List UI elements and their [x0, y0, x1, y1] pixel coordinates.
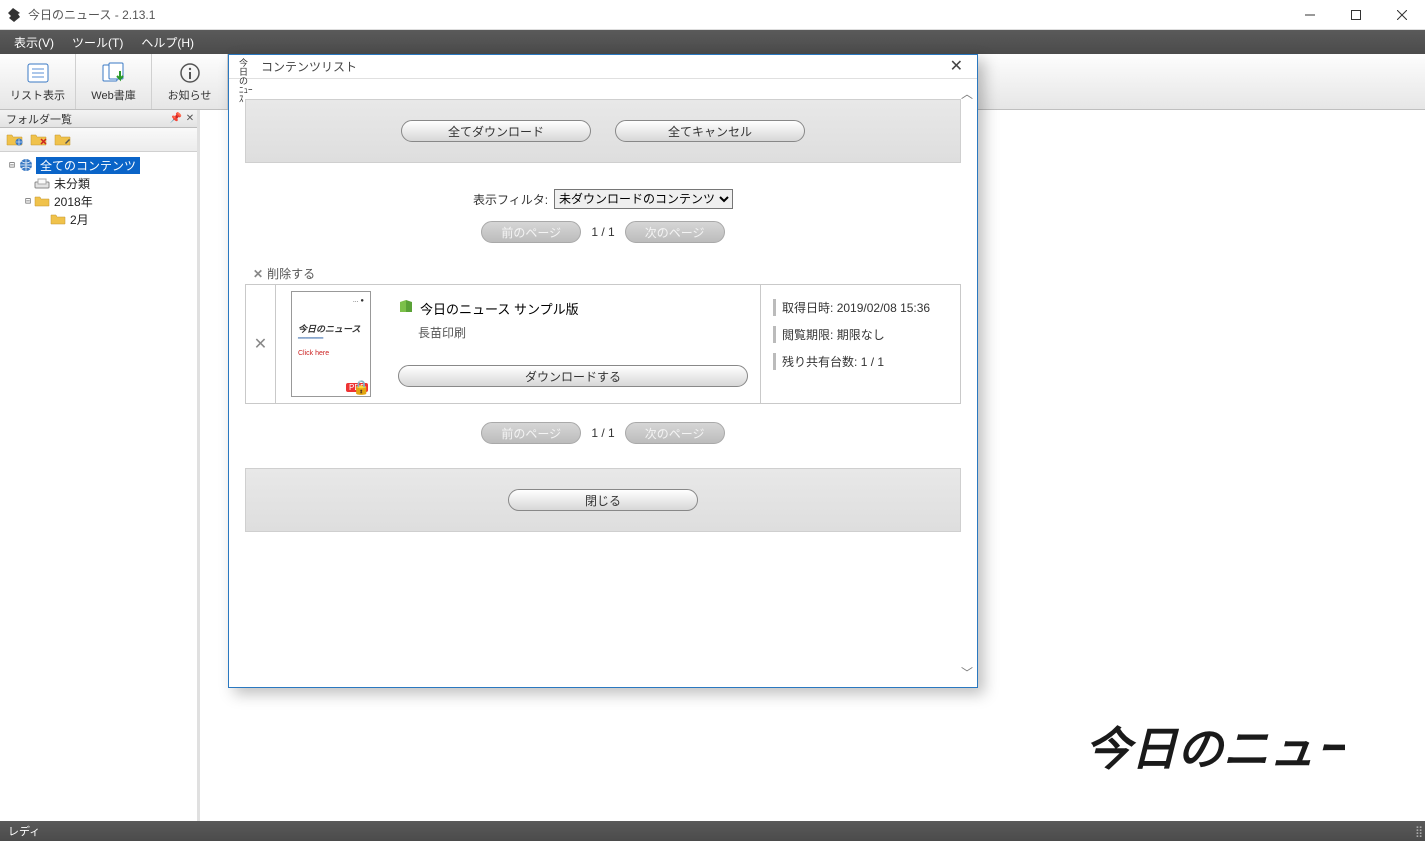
tree-expander-icon[interactable]: ⊟ [22, 196, 34, 207]
prev-page-button-bottom: 前のページ [481, 422, 581, 444]
folder-tree: ⊟ 全てのコンテンツ 未分類 ⊟ 2018年 2月 [0, 152, 197, 232]
delete-folder-icon[interactable] [30, 132, 48, 148]
item-thumbnail[interactable]: … ● 今日のニュース ━━━━━━━ Click here PDF 🔒 [276, 285, 386, 403]
watermark-logo: 今日のニュース [1085, 713, 1345, 783]
toolbar-notice-label: お知らせ [168, 87, 212, 103]
title-bar: 今日のニュース - 2.13.1 [0, 0, 1425, 30]
next-page-button: 次のページ [625, 221, 725, 243]
svg-text:今日のニュース: 今日のニュース [1085, 723, 1345, 775]
window-title: 今日のニュース - 2.13.1 [28, 6, 1287, 23]
content-list-dialog: 今日のﾆｭｰｽ コンテンツリスト ✕ ︿ 全てダウンロード 全てキャンセル 表示… [228, 54, 978, 688]
delete-action[interactable]: ✕ 削除する [245, 265, 961, 282]
tree-label: 2018年 [52, 193, 95, 210]
tree-item-2018[interactable]: ⊟ 2018年 [6, 192, 193, 210]
item-delete-button[interactable]: ✕ [246, 285, 276, 403]
item-download-button[interactable]: ダウンロードする [398, 365, 748, 387]
menu-view[interactable]: 表示(V) [14, 34, 54, 51]
menu-help[interactable]: ヘルプ(H) [141, 34, 194, 51]
book-icon [398, 299, 414, 318]
tree-item-feb[interactable]: 2月 [6, 210, 193, 228]
delete-label: 削除する [267, 265, 315, 282]
item-publisher: 長苗印刷 [398, 324, 748, 341]
window-maximize-button[interactable] [1333, 0, 1379, 30]
filter-row: 表示フィルタ: 未ダウンロードのコンテンツ [245, 189, 961, 209]
tree-label: 全てのコンテンツ [36, 157, 140, 174]
maximize-icon [1351, 10, 1361, 20]
info-icon [176, 61, 204, 85]
download-all-button[interactable]: 全てダウンロード [401, 120, 591, 142]
pager-top: 前のページ 1 / 1 次のページ [245, 221, 961, 243]
page-info-bottom: 1 / 1 [591, 426, 614, 440]
globe-folder-icon [18, 158, 34, 172]
menu-bar: 表示(V) ツール(T) ヘルプ(H) [0, 30, 1425, 54]
tree-label: 未分類 [52, 175, 92, 192]
sidebar-close-icon[interactable]: ✕ [183, 113, 197, 124]
page-info: 1 / 1 [591, 225, 614, 239]
toolbar-web-label: Web書庫 [91, 87, 135, 103]
exp-value: 期限なし [837, 328, 885, 342]
acq-value: 2019/02/08 15:36 [837, 301, 930, 315]
status-bar: レディ ⣿ [0, 821, 1425, 841]
toolbar-list-button[interactable]: リスト表示 [0, 54, 76, 109]
tree-label: 2月 [68, 211, 91, 228]
item-meta: 取得日時: 2019/02/08 15:36 閲覧期限: 期限なし 残り共有台数… [760, 285, 960, 403]
toolbar-web-button[interactable]: Web書庫 [76, 54, 152, 109]
dialog-title-icon: 今日のﾆｭｰｽ [239, 59, 255, 75]
scroll-up-icon[interactable]: ︿ [961, 85, 975, 102]
menu-tool[interactable]: ツール(T) [72, 34, 123, 51]
content-item: ✕ … ● 今日のニュース ━━━━━━━ Click here PDF 🔒 今… [245, 284, 961, 404]
share-label: 残り共有台数: [782, 355, 857, 369]
web-archive-icon [100, 61, 128, 85]
exp-label: 閲覧期限: [782, 328, 833, 342]
toolbar-notice-button[interactable]: お知らせ [152, 54, 228, 109]
sidebar-title: フォルダ一覧 [6, 111, 72, 127]
close-icon [1397, 10, 1407, 20]
minimize-icon [1305, 10, 1315, 20]
pager-bottom: 前のページ 1 / 1 次のページ [245, 422, 961, 444]
acq-label: 取得日時: [782, 301, 833, 315]
filter-select[interactable]: 未ダウンロードのコンテンツ [554, 189, 733, 209]
folder-icon [50, 212, 66, 226]
bulk-action-panel: 全てダウンロード 全てキャンセル [245, 99, 961, 163]
x-icon: ✕ [253, 267, 263, 281]
tree-expander-icon[interactable]: ⊟ [6, 160, 18, 171]
tree-item-all-contents[interactable]: ⊟ 全てのコンテンツ [6, 156, 193, 174]
list-icon [24, 61, 52, 85]
status-text: レディ [8, 823, 40, 839]
sidebar: フォルダ一覧 📌 ✕ ⊟ 全てのコンテンツ 未分類 ⊟ [0, 110, 200, 821]
next-page-button-bottom: 次のページ [625, 422, 725, 444]
filter-label: 表示フィルタ: [473, 191, 548, 208]
sidebar-folder-toolbar [0, 128, 197, 152]
dialog-close-button[interactable]: ✕ [946, 59, 967, 75]
cancel-all-button[interactable]: 全てキャンセル [615, 120, 805, 142]
dialog-title-bar: 今日のﾆｭｰｽ コンテンツリスト ✕ [229, 55, 977, 79]
tree-item-uncategorized[interactable]: 未分類 [6, 174, 193, 192]
dialog-close-pill-button[interactable]: 閉じる [508, 489, 698, 511]
new-folder-icon[interactable] [6, 132, 24, 148]
lock-icon: 🔒 [353, 379, 370, 396]
window-minimize-button[interactable] [1287, 0, 1333, 30]
share-value: 1 / 1 [861, 355, 884, 369]
item-title: 今日のニュース サンプル版 [420, 299, 579, 318]
folder-icon [34, 194, 50, 208]
window-close-button[interactable] [1379, 0, 1425, 30]
edit-folder-icon[interactable] [54, 132, 72, 148]
sidebar-header: フォルダ一覧 📌 ✕ [0, 110, 197, 128]
app-icon [6, 7, 22, 23]
prev-page-button: 前のページ [481, 221, 581, 243]
tray-icon [34, 176, 50, 190]
sidebar-pin-icon[interactable]: 📌 [169, 113, 183, 124]
scroll-down-icon[interactable]: ﹀ [961, 664, 975, 681]
toolbar-list-label: リスト表示 [10, 87, 65, 103]
close-panel: 閉じる [245, 468, 961, 532]
dialog-title-text: コンテンツリスト [261, 58, 357, 75]
resize-grip-icon[interactable]: ⣿ [1415, 825, 1425, 838]
